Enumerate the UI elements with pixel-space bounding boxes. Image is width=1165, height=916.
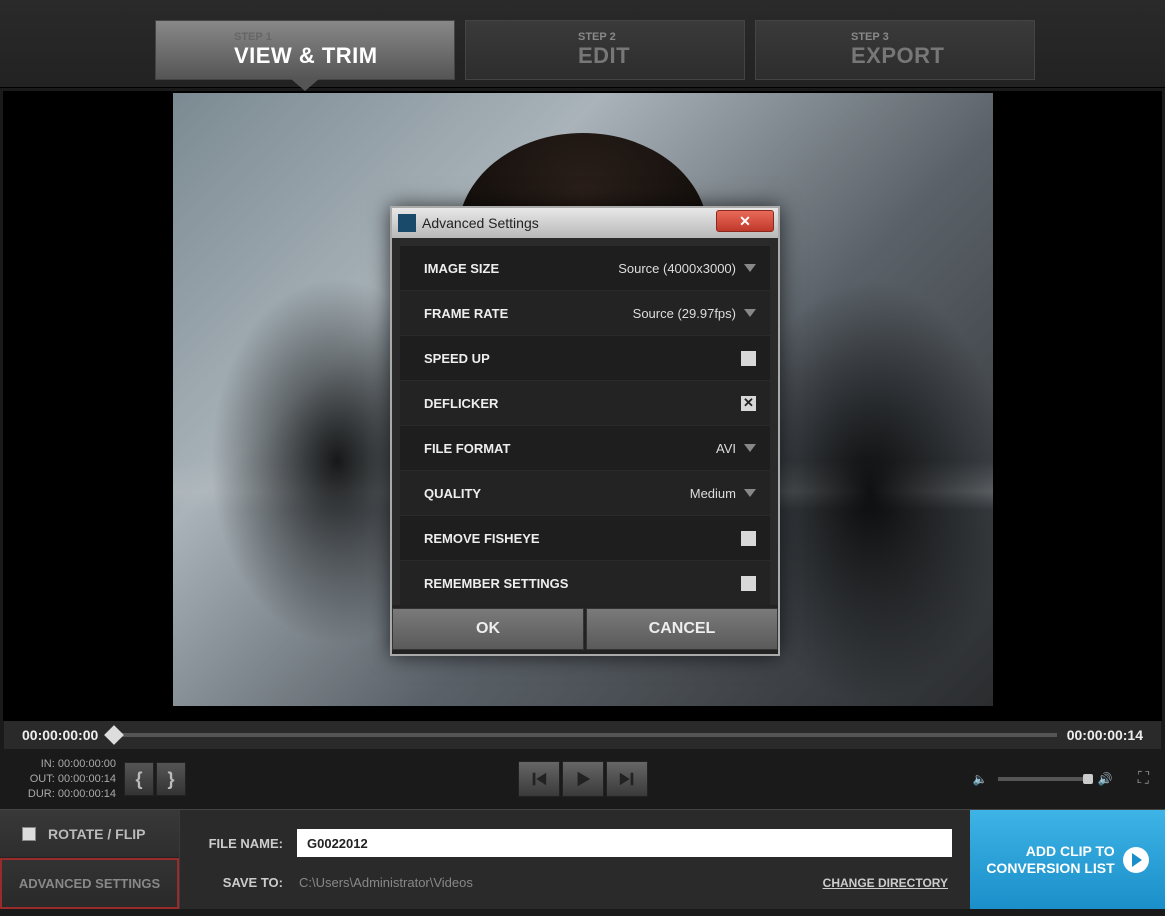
ok-button[interactable]: OK [392,608,584,650]
rotate-flip-checkbox[interactable] [22,827,36,841]
in-out-display: IN: 00:00:00:00 OUT: 00:00:00:14 DUR: 00… [16,757,116,802]
timeline-track[interactable] [108,733,1057,737]
change-directory-button[interactable]: CHANGE DIRECTORY [823,876,948,890]
image-size-dropdown[interactable]: Source (4000x3000) [618,261,756,276]
quality-dropdown[interactable]: Medium [690,486,756,501]
bottom-bar: ROTATE / FLIP ADVANCED SETTINGS FILE NAM… [0,809,1165,909]
tab-step: STEP 3 [851,31,1034,43]
tab-edit[interactable]: STEP 2 EDIT [465,20,745,80]
play-icon [574,770,592,788]
rotate-flip-button[interactable]: ROTATE / FLIP [0,810,179,858]
save-to-path: C:\Users\Administrator\Videos [297,875,809,890]
tab-title: VIEW & TRIM [234,43,454,69]
timeline-start: 00:00:00:00 [22,727,98,743]
remove-fisheye-checkbox[interactable] [741,531,756,546]
file-name-input[interactable] [297,829,952,857]
timeline-playhead[interactable] [104,725,124,745]
step-back-button[interactable] [518,761,560,797]
mark-out-button[interactable]: } [156,762,186,796]
mark-in-button[interactable]: { [124,762,154,796]
dialog-title: Advanced Settings [422,215,539,231]
remove-fisheye-label: REMOVE FISHEYE [424,531,540,546]
advanced-settings-button[interactable]: ADVANCED SETTINGS [0,858,179,909]
tab-step: STEP 1 [234,31,454,43]
step-back-icon [530,770,548,788]
image-size-label: IMAGE SIZE [424,261,499,276]
fullscreen-button[interactable]: ⛶ [1138,770,1149,788]
advanced-settings-dialog: Advanced Settings ✕ IMAGE SIZE Source (4… [390,206,780,656]
chevron-down-icon [744,489,756,497]
chevron-down-icon [744,264,756,272]
file-format-label: FILE FORMAT [424,441,510,456]
frame-rate-dropdown[interactable]: Source (29.97fps) [633,306,756,321]
chevron-down-icon [744,309,756,317]
tab-title: EXPORT [851,43,1034,69]
add-clip-button[interactable]: ADD CLIP TO CONVERSION LIST [970,810,1165,909]
close-button[interactable]: ✕ [716,210,774,232]
save-to-label: SAVE TO: [198,875,283,890]
play-circle-icon [1123,847,1149,873]
speed-up-label: SPEED UP [424,351,490,366]
tab-title: EDIT [578,43,744,69]
close-icon: ✕ [739,213,751,230]
tab-view-trim[interactable]: STEP 1 VIEW & TRIM [155,20,455,80]
tab-step: STEP 2 [578,31,744,43]
cancel-button[interactable]: CANCEL [586,608,778,650]
playback-controls: IN: 00:00:00:00 OUT: 00:00:00:14 DUR: 00… [0,749,1165,809]
quality-label: QUALITY [424,486,481,501]
dialog-titlebar[interactable]: Advanced Settings ✕ [392,208,778,238]
file-name-label: FILE NAME: [198,836,283,851]
rotate-flip-label: ROTATE / FLIP [48,826,145,842]
add-clip-line2: CONVERSION LIST [986,860,1114,877]
timeline[interactable]: 00:00:00:00 00:00:00:14 [4,721,1161,749]
volume-slider[interactable] [998,777,1088,781]
deflicker-label: DEFLICKER [424,396,498,411]
timeline-end: 00:00:00:14 [1067,727,1143,743]
deflicker-checkbox[interactable]: ✕ [741,396,756,411]
step-tabs: STEP 1 VIEW & TRIM STEP 2 EDIT STEP 3 EX… [0,0,1165,88]
remember-settings-label: REMEMBER SETTINGS [424,576,568,591]
frame-rate-label: FRAME RATE [424,306,508,321]
volume-high-icon: 🔊 [1098,772,1113,786]
chevron-down-icon [744,444,756,452]
add-clip-line1: ADD CLIP TO [986,843,1114,860]
step-forward-icon [618,770,636,788]
volume-low-icon: 🔈 [973,772,988,786]
remember-settings-checkbox[interactable] [741,576,756,591]
play-button[interactable] [562,761,604,797]
tab-export[interactable]: STEP 3 EXPORT [755,20,1035,80]
app-icon [398,214,416,232]
step-forward-button[interactable] [606,761,648,797]
file-format-dropdown[interactable]: AVI [716,441,756,456]
speed-up-checkbox[interactable] [741,351,756,366]
